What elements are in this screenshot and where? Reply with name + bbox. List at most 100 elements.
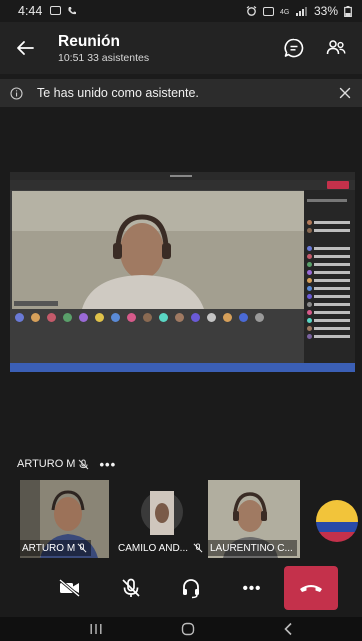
recents-icon <box>90 624 102 634</box>
info-icon <box>9 86 23 100</box>
banner-text: Te has unido como asistente. <box>37 86 199 100</box>
shared-screen[interactable] <box>10 172 355 372</box>
shared-screen-title-mark <box>170 175 192 177</box>
side-row <box>307 310 352 315</box>
hang-up-button[interactable] <box>284 566 338 610</box>
reaction-dot <box>63 313 72 322</box>
reaction-dot <box>111 313 120 322</box>
shared-screen-participant-list <box>304 190 355 363</box>
participant-tile[interactable]: LAURENTINO C... <box>208 480 300 558</box>
svg-text:4G: 4G <box>280 9 289 16</box>
reaction-dot <box>207 313 216 322</box>
status-bar: 4:44 4G 33% <box>0 0 362 22</box>
mic-toggle-button[interactable] <box>113 571 149 605</box>
shared-screen-reactions <box>12 311 304 324</box>
chevron-left-icon <box>284 622 292 636</box>
attendee-count: 33 asistentes <box>87 51 150 64</box>
reaction-dot <box>239 313 248 322</box>
active-speaker-name: ARTURO M <box>17 458 76 470</box>
participant-tile-label: CAMILO AND... <box>116 540 207 556</box>
side-row <box>307 294 352 299</box>
meeting-subtitle: 10:51 33 asistentes <box>58 52 149 64</box>
participant-tile-label: ARTURO M <box>20 540 92 556</box>
mic-off-icon <box>122 578 140 597</box>
speaker-video-image <box>12 191 304 309</box>
close-icon[interactable] <box>336 84 354 102</box>
shared-speaker-video <box>12 191 304 309</box>
reaction-dot <box>191 313 200 322</box>
side-row <box>307 262 352 267</box>
recents-button[interactable] <box>84 621 108 637</box>
status-right: 4G 33% <box>246 4 352 18</box>
side-row <box>307 254 352 259</box>
participant-tile[interactable] <box>300 480 362 558</box>
side-row <box>307 278 352 283</box>
participant-tiles: ARTURO M CAMILO AND... LAURENTINO C... <box>0 480 362 558</box>
battery-percent: 33% <box>313 4 338 18</box>
side-row <box>307 220 352 225</box>
back-nav-button[interactable] <box>276 621 300 637</box>
side-row <box>307 326 352 331</box>
reaction-dot <box>159 313 168 322</box>
chat-icon <box>284 38 304 58</box>
participants-icon <box>326 40 346 55</box>
shared-screen-toolbar <box>10 180 355 190</box>
app-bar: Reunión 10:51 33 asistentes <box>0 22 362 74</box>
chat-button[interactable] <box>280 34 308 62</box>
data-saver-icon <box>262 6 274 16</box>
headset-icon <box>183 579 199 599</box>
participant-tile[interactable]: ARTURO M <box>20 480 109 558</box>
mic-off-icon <box>79 459 89 469</box>
camera-toggle-button[interactable] <box>52 571 88 605</box>
side-row <box>307 198 352 203</box>
more-options-button[interactable]: ••• <box>234 571 270 605</box>
shared-screen-titlebar <box>10 172 355 180</box>
more-icon: ••• <box>242 579 262 597</box>
shared-video-name-tag <box>14 301 58 306</box>
reaction-dot <box>127 313 136 322</box>
shared-screen-taskbar <box>10 363 355 372</box>
page-title: Reunión <box>58 32 120 50</box>
status-left-icons <box>50 6 77 16</box>
camera-off-icon <box>59 578 80 598</box>
app-actions <box>280 34 350 62</box>
active-speaker-label: ARTURO M ••• <box>17 456 116 472</box>
side-row <box>307 270 352 275</box>
home-button[interactable] <box>176 621 200 637</box>
side-row <box>307 228 352 233</box>
participant-name: CAMILO AND... <box>118 542 189 554</box>
signal-icon <box>295 7 307 16</box>
system-nav-bar <box>0 617 362 641</box>
meeting-title-block: Reunión 10:51 33 asistentes <box>58 33 149 64</box>
participant-name: LAURENTINO C... <box>210 542 293 554</box>
audio-output-button[interactable] <box>173 571 209 605</box>
reaction-dot <box>47 313 56 322</box>
participant-name: ARTURO M <box>22 542 76 554</box>
back-arrow-icon <box>17 41 34 55</box>
meeting-time: 10:51 <box>58 51 85 64</box>
reaction-dot <box>175 313 184 322</box>
battery-icon <box>344 5 352 17</box>
phone-notification-icon <box>68 7 77 15</box>
info-banner: Te has unido como asistente. <box>0 79 362 107</box>
back-button[interactable] <box>0 22 50 74</box>
reaction-dot <box>223 313 232 322</box>
side-row <box>307 286 352 291</box>
participant-tile-label: LAURENTINO C... <box>208 540 297 556</box>
side-row <box>307 302 352 307</box>
home-icon <box>181 622 195 636</box>
reaction-dot <box>95 313 104 322</box>
reaction-dot <box>31 313 40 322</box>
participants-button[interactable] <box>322 34 350 62</box>
hang-up-icon <box>300 585 322 592</box>
reaction-dot <box>143 313 152 322</box>
reaction-dot <box>255 313 264 322</box>
reaction-dot <box>79 313 88 322</box>
participant-tile[interactable]: CAMILO AND... <box>116 480 208 558</box>
network-4g-icon: 4G <box>280 9 289 16</box>
speaker-more-button[interactable]: ••• <box>99 457 116 472</box>
mic-off-icon <box>77 543 87 553</box>
reaction-dot <box>15 313 24 322</box>
gallery-notification-icon <box>50 6 62 15</box>
side-row <box>307 318 352 323</box>
